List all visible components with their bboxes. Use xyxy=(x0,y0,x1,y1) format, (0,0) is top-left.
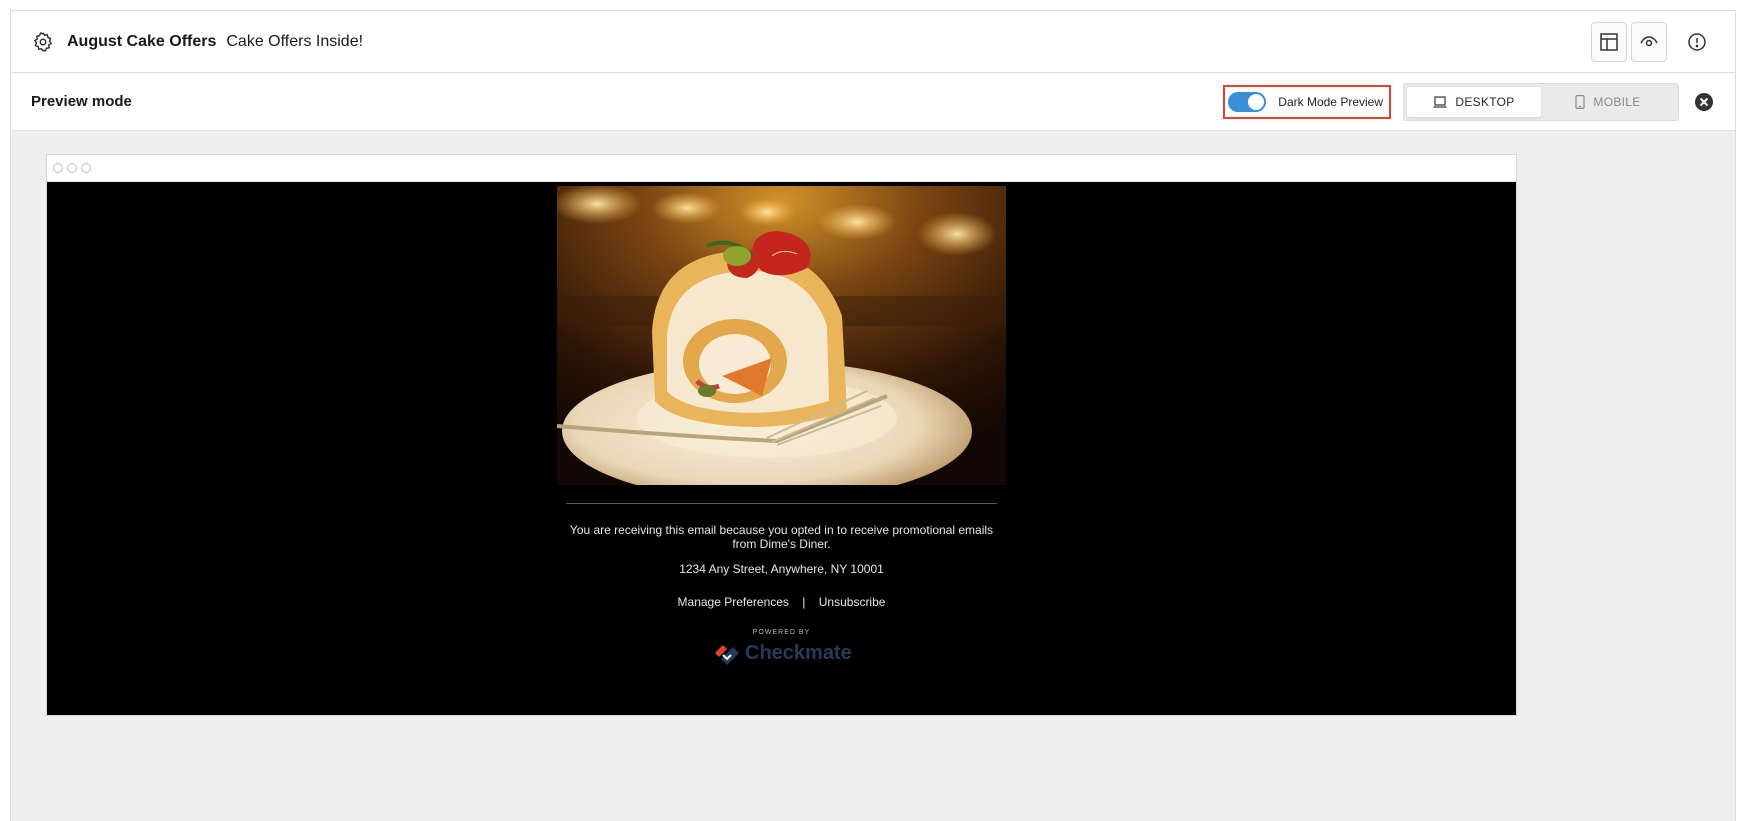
eye-icon xyxy=(1640,35,1658,46)
campaign-title: August Cake Offers xyxy=(67,32,217,50)
link-separator: | xyxy=(802,595,806,609)
window-dot xyxy=(53,163,63,173)
browser-chrome xyxy=(47,155,1516,182)
preview-mode-label: Preview mode xyxy=(31,93,132,110)
preview-bar: Preview mode Dark Mode Preview DESKTOP M… xyxy=(11,73,1735,131)
top-header: August Cake Offers Cake Offers Inside! xyxy=(11,11,1735,73)
footer-divider xyxy=(566,503,997,504)
gear-icon[interactable] xyxy=(31,30,55,54)
layout-icon xyxy=(1600,32,1618,51)
manage-preferences-link[interactable]: Manage Preferences xyxy=(678,595,789,609)
hero-image xyxy=(557,186,1006,485)
laptop-icon xyxy=(1433,95,1447,108)
dark-mode-toggle-group: Dark Mode Preview xyxy=(1223,84,1391,119)
info-button[interactable] xyxy=(1679,22,1715,62)
campaign-subject: Cake Offers Inside! xyxy=(226,32,364,50)
unsubscribe-link[interactable]: Unsubscribe xyxy=(819,595,886,609)
phone-icon xyxy=(1575,94,1586,109)
preview-button[interactable] xyxy=(1631,21,1667,62)
window-dot xyxy=(81,163,91,173)
brand-name: Checkmate xyxy=(745,641,852,664)
footer-optin-text: You are receiving this email because you… xyxy=(569,523,994,551)
app-window: August Cake Offers Cake Offers Inside! P… xyxy=(10,10,1736,821)
footer-links: Manage Preferences | Unsubscribe xyxy=(566,595,997,609)
email-body: You are receiving this email because you… xyxy=(47,182,1516,715)
close-preview-button[interactable] xyxy=(1693,91,1715,113)
checkmate-logo-icon xyxy=(715,645,739,665)
footer-address: 1234 Any Street, Anywhere, NY 10001 xyxy=(679,562,884,576)
device-mobile-option[interactable]: MOBILE xyxy=(1541,87,1675,117)
device-switcher: DESKTOP MOBILE xyxy=(1403,82,1679,121)
checkmate-logo: Checkmate xyxy=(713,638,853,668)
dark-mode-toggle[interactable] xyxy=(1228,91,1267,112)
layout-button[interactable] xyxy=(1591,21,1627,62)
window-dot xyxy=(67,163,77,173)
powered-by-label: POWERED BY xyxy=(752,629,811,636)
close-icon xyxy=(1695,92,1713,111)
browser-frame: You are receiving this email because you… xyxy=(46,154,1517,716)
info-icon xyxy=(1688,32,1706,51)
dark-mode-label: Dark Mode Preview xyxy=(1278,94,1383,109)
device-desktop-option[interactable]: DESKTOP xyxy=(1407,86,1541,117)
